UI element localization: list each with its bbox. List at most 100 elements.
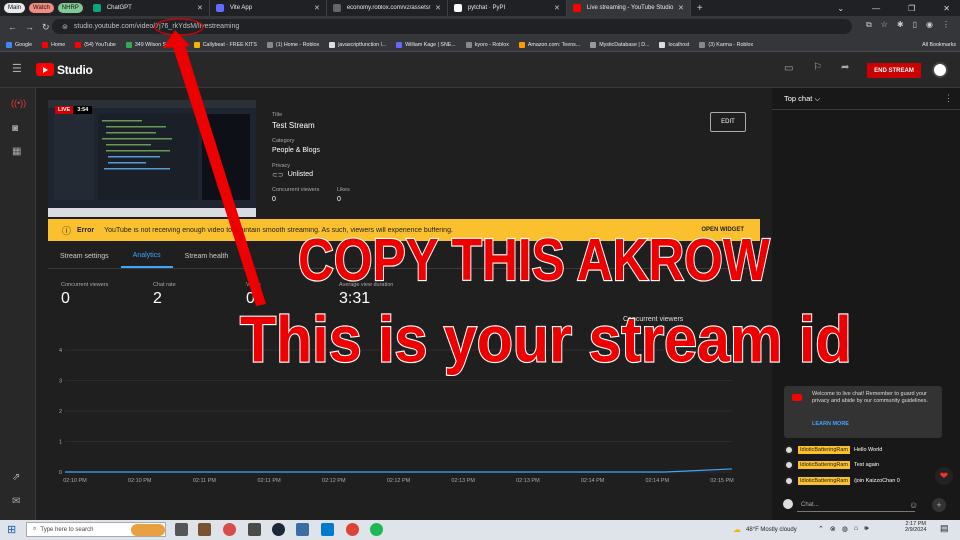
external-link-icon[interactable]: ⇗: [12, 472, 20, 483]
bookmark-item[interactable]: localhost: [659, 41, 689, 48]
minimize-icon[interactable]: —: [872, 4, 880, 13]
tray-chevron-icon[interactable]: ⌃: [818, 525, 824, 533]
learn-more-link[interactable]: LEARN MORE: [812, 421, 849, 427]
top-chat-dropdown[interactable]: Top chat ⌵: [784, 94, 820, 104]
flag-icon[interactable]: ⚐: [813, 62, 822, 73]
new-tab-icon[interactable]: +: [697, 3, 703, 14]
browser-tab-vite[interactable]: Vite App ✕: [210, 0, 327, 16]
close-icon[interactable]: ✕: [435, 4, 441, 12]
network-icon[interactable]: ⌂: [854, 525, 858, 533]
bookmark-item[interactable]: Callybeat - FREE KITS: [193, 41, 257, 48]
bookmark-item[interactable]: kyoro - Roblox: [465, 41, 509, 48]
metric-chat-rate: Chat rate 2: [153, 282, 176, 308]
app-icon-2[interactable]: [223, 523, 236, 536]
url-bar[interactable]: ⊜ studio.youtube.com/video/7j76_rkYdsM/li…: [52, 19, 852, 34]
chat-message[interactable]: IdioticBatteringRam Test again: [784, 459, 879, 470]
feedback-icon[interactable]: ✉: [12, 496, 20, 507]
emoji-icon[interactable]: ☺: [909, 500, 918, 510]
add-icon[interactable]: +: [932, 498, 946, 512]
browser-tab-chatgpt[interactable]: ChatGPT ✕: [87, 0, 210, 16]
bookmark-item[interactable]: Home: [42, 41, 65, 48]
weather-widget[interactable]: ☁ 48°F Mostly cloudy: [733, 525, 797, 534]
bookmark-item[interactable]: (3) Karma - Roblox: [699, 41, 753, 48]
end-stream-button[interactable]: END STREAM: [867, 63, 921, 78]
close-icon[interactable]: ✕: [314, 4, 320, 12]
notifications-icon[interactable]: ▤: [940, 523, 949, 534]
task-view-icon[interactable]: [175, 523, 188, 536]
edit-button[interactable]: EDIT: [710, 112, 746, 132]
vscode-icon[interactable]: [321, 523, 334, 536]
chrome-icon[interactable]: [346, 523, 359, 536]
warning-icon: ⓘ: [62, 225, 72, 236]
profile-avatar[interactable]: ◉: [926, 20, 933, 30]
tab-group-main[interactable]: Main: [4, 3, 26, 13]
spotify-icon[interactable]: [370, 523, 383, 536]
camera-icon[interactable]: ◙: [12, 123, 18, 134]
menu-dots-icon[interactable]: ⋮: [942, 20, 950, 30]
extensions-icon[interactable]: ✱: [897, 20, 904, 30]
bookmark-favicon-icon: [6, 41, 12, 48]
bookmark-item[interactable]: MysticDatabase | D...: [590, 41, 649, 48]
close-icon[interactable]: ✕: [554, 4, 560, 12]
privacy-label: Privacy: [272, 163, 291, 169]
bookmark-item[interactable]: 349 Wilson St - Go...: [125, 41, 184, 48]
browser-tab-economy[interactable]: economy.roblox.com/v2/assets/ ✕: [327, 0, 448, 16]
tray-app-icon[interactable]: ⊗: [830, 525, 836, 533]
chat-menu-icon[interactable]: ⋮: [944, 93, 953, 104]
channel-avatar[interactable]: [932, 62, 948, 78]
tab-stream-settings[interactable]: Stream settings: [48, 245, 121, 268]
forward-icon[interactable]: →: [25, 22, 34, 32]
close-icon[interactable]: ✕: [197, 4, 203, 12]
taskbar-search-box[interactable]: ⌕ Type here to search: [26, 522, 166, 537]
calendar-icon[interactable]: ▦: [12, 146, 21, 157]
reload-icon[interactable]: ↻: [42, 22, 50, 33]
browser-tab-youtube-studio[interactable]: Live streaming - YouTube Studio ✕: [566, 0, 691, 16]
browser-tab-pypi[interactable]: pytchat · PyPI ✕: [448, 0, 567, 16]
stream-preview[interactable]: [48, 100, 256, 217]
bookmark-item[interactable]: Amazon.com: Teens...: [518, 41, 580, 48]
bookmark-item[interactable]: javascriptfunction l...: [329, 41, 386, 48]
site-info-icon[interactable]: ⊜: [62, 23, 68, 31]
tab-group-watch[interactable]: Watch: [29, 3, 54, 13]
bookmark-item[interactable]: (54) YouTube: [75, 41, 116, 48]
youtube-logo-icon[interactable]: [36, 63, 54, 76]
app-icon-1[interactable]: [198, 523, 211, 536]
all-bookmarks-button[interactable]: All Bookmarks: [922, 42, 960, 48]
tab-stream-health[interactable]: Stream health: [173, 245, 241, 268]
bookmark-item[interactable]: William Kage | SNE...: [396, 41, 456, 48]
sidepanel-icon[interactable]: ▯: [913, 20, 917, 30]
windows-start-icon[interactable]: ⊞: [7, 523, 16, 536]
clock[interactable]: 2:17 PM 2/9/2024: [905, 521, 926, 533]
install-app-icon[interactable]: ⧉: [866, 20, 872, 30]
tray-app-icon[interactable]: ◍: [842, 525, 848, 533]
back-icon[interactable]: ←: [8, 22, 17, 32]
app-icon-4[interactable]: [296, 523, 309, 536]
heart-reaction-icon[interactable]: ❤: [935, 467, 953, 485]
y-tick-label: 3: [59, 379, 62, 385]
bookmark-star-icon[interactable]: ☆: [881, 20, 888, 30]
search-placeholder: Type here to search: [40, 526, 94, 533]
layout-icon[interactable]: ▭: [784, 63, 793, 74]
chat-input[interactable]: Chat...: [797, 498, 915, 512]
x-tick-label: 02:13 PM: [451, 478, 475, 484]
steam-icon[interactable]: [272, 523, 285, 536]
privacy-row: ⊂⊃ Unlisted: [272, 171, 313, 179]
chat-message[interactable]: IdioticBatteringRam Hello World: [784, 444, 882, 455]
chat-message[interactable]: IdioticBatteringRam/join KaizzoChan 0: [784, 475, 900, 486]
tab-group-nhrp[interactable]: NHRP: [57, 3, 83, 13]
y-tick-label: 2: [59, 409, 62, 415]
hamburger-menu-icon[interactable]: ☰: [12, 62, 22, 75]
tab-analytics[interactable]: Analytics: [120, 245, 173, 268]
maximize-icon[interactable]: ❐: [908, 4, 915, 13]
volume-icon[interactable]: 🕪: [864, 525, 868, 533]
app-icon-3[interactable]: [248, 523, 261, 536]
studio-logo-text[interactable]: Studio: [57, 63, 93, 77]
live-broadcast-icon[interactable]: ((•)): [11, 98, 26, 108]
chevron-down-icon[interactable]: ⌄: [837, 4, 844, 13]
bookmark-item[interactable]: (1) Home - Roblox: [266, 41, 319, 48]
bookmark-item[interactable]: Google: [6, 41, 32, 48]
close-window-icon[interactable]: ✕: [943, 4, 950, 13]
window-controls: ⌄ — ❐ ✕: [837, 0, 960, 16]
share-icon[interactable]: ➦: [841, 62, 849, 73]
close-icon[interactable]: ✕: [678, 4, 684, 12]
